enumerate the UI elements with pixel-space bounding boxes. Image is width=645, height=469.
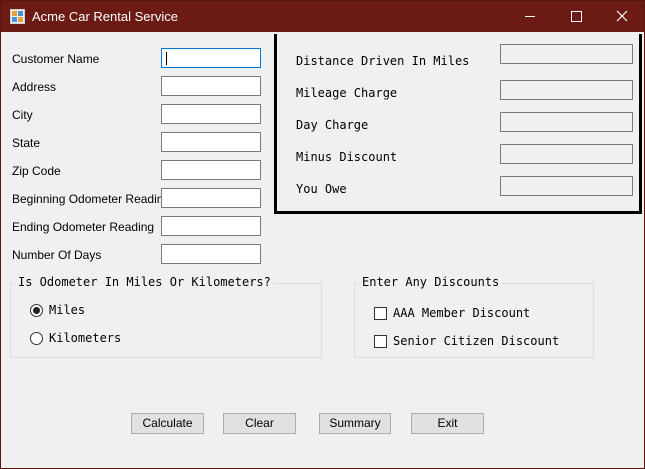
- customer-name-label: Customer Name: [12, 52, 100, 66]
- results-panel: Distance Driven In Miles Mileage Charge …: [274, 34, 642, 214]
- odometer-unit-group: Is Odometer In Miles Or Kilometers? Mile…: [10, 275, 322, 358]
- window-title: Acme Car Rental Service: [32, 9, 178, 24]
- number-of-days-label: Number Of Days: [12, 248, 102, 262]
- close-button[interactable]: [599, 1, 645, 32]
- maximize-button[interactable]: [553, 1, 599, 32]
- beginning-odometer-input[interactable]: [161, 188, 261, 208]
- distance-driven-output: [500, 44, 633, 64]
- senior-citizen-label[interactable]: Senior Citizen Discount: [393, 334, 559, 348]
- maximize-icon: [571, 11, 582, 22]
- aaa-member-checkbox[interactable]: [374, 307, 387, 320]
- zip-code-input[interactable]: [161, 160, 261, 180]
- day-charge-label: Day Charge: [296, 118, 369, 132]
- text-caret: [166, 52, 167, 65]
- form-client-area: Customer Name Address City State Zip Cod…: [1, 32, 644, 468]
- mileage-charge-output: [500, 80, 633, 100]
- ending-odometer-label: Ending Odometer Reading: [12, 220, 155, 234]
- you-owe-output: [500, 176, 633, 196]
- beginning-odometer-label: Beginning Odometer Reading: [12, 192, 171, 206]
- calculate-button[interactable]: Calculate: [131, 413, 204, 434]
- app-window: Acme Car Rental Service Customer Name Ad…: [0, 0, 645, 469]
- aaa-member-label[interactable]: AAA Member Discount: [393, 306, 530, 320]
- clear-button[interactable]: Clear: [223, 413, 296, 434]
- minus-discount-label: Minus Discount: [296, 150, 398, 164]
- city-label: City: [12, 108, 33, 122]
- radio-selected-dot: [33, 307, 40, 314]
- minimize-icon: [525, 16, 535, 17]
- miles-radio[interactable]: [30, 304, 43, 317]
- miles-label[interactable]: Miles: [49, 303, 85, 317]
- number-of-days-input[interactable]: [161, 244, 261, 264]
- close-icon: [616, 10, 628, 22]
- zip-code-label: Zip Code: [12, 164, 61, 178]
- minus-discount-output: [500, 144, 633, 164]
- you-owe-label: You Owe: [296, 182, 347, 196]
- exit-button[interactable]: Exit: [411, 413, 484, 434]
- summary-button[interactable]: Summary: [319, 413, 391, 434]
- kilometers-label[interactable]: Kilometers: [49, 331, 121, 345]
- minimize-button[interactable]: [507, 1, 553, 32]
- state-label: State: [12, 136, 41, 150]
- discounts-group: Enter Any Discounts AAA Member Discount …: [354, 275, 594, 358]
- address-input[interactable]: [161, 76, 261, 96]
- state-input[interactable]: [161, 132, 261, 152]
- address-label: Address: [12, 80, 57, 94]
- ending-odometer-input[interactable]: [161, 216, 261, 236]
- odometer-unit-group-title: Is Odometer In Miles Or Kilometers?: [15, 275, 274, 289]
- app-form-icon: [10, 9, 25, 24]
- kilometers-radio[interactable]: [30, 332, 43, 345]
- customer-name-input[interactable]: [161, 48, 261, 68]
- discounts-group-title: Enter Any Discounts: [359, 275, 503, 289]
- mileage-charge-label: Mileage Charge: [296, 86, 398, 100]
- senior-citizen-checkbox[interactable]: [374, 335, 387, 348]
- city-input[interactable]: [161, 104, 261, 124]
- day-charge-output: [500, 112, 633, 132]
- title-bar[interactable]: Acme Car Rental Service: [1, 1, 644, 32]
- distance-driven-label: Distance Driven In Miles: [296, 54, 470, 68]
